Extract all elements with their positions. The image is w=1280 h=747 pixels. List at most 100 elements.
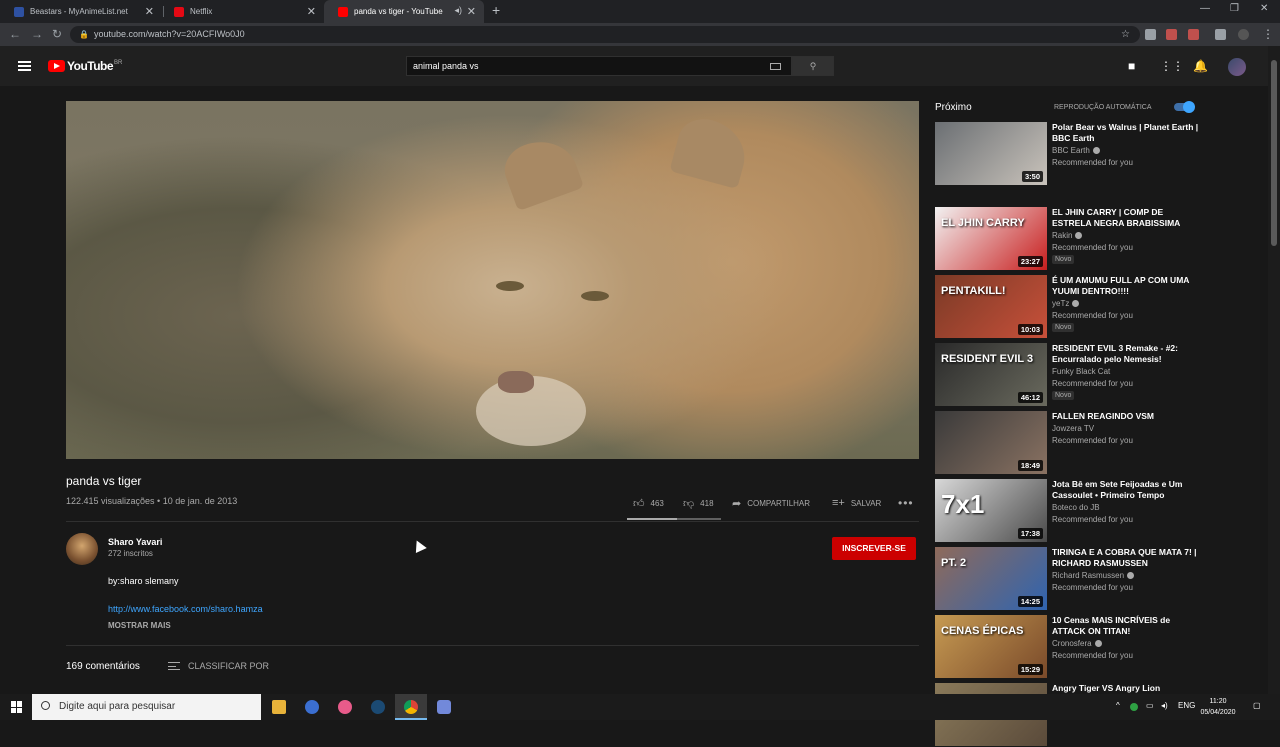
scrollbar-thumb[interactable] xyxy=(1271,60,1277,246)
account-avatar[interactable] xyxy=(1228,58,1246,76)
video-thumbnail[interactable]: 3:50 xyxy=(935,122,1047,185)
recommended-video[interactable]: CENAS ÉPICAS 15:29 10 Cenas MAIS INCRÍVEIS… xyxy=(935,615,1265,679)
recommended-video-title[interactable]: É UM AMUMU FULL AP COM UMA YUUMI DENTRO!… xyxy=(1052,275,1202,297)
share-button[interactable]: ➦ COMPARTILHAR xyxy=(732,497,810,510)
recommended-channel-name[interactable]: BBC Earth xyxy=(1052,146,1100,155)
sort-label: CLASSIFICAR POR xyxy=(188,661,270,671)
notifications-icon[interactable]: ▢ xyxy=(1253,701,1261,710)
volume-icon[interactable]: ◂) xyxy=(1161,701,1168,710)
taskbar-steam[interactable] xyxy=(362,694,394,720)
network-icon[interactable]: ▭ xyxy=(1146,701,1154,710)
extension-icon[interactable] xyxy=(1145,29,1156,40)
profile-avatar[interactable] xyxy=(1238,29,1249,40)
video-player[interactable] xyxy=(66,101,919,459)
channel-avatar[interactable] xyxy=(66,533,98,565)
video-title: panda vs tiger xyxy=(66,474,142,488)
recommended-video[interactable]: PENTAKILL! 10:03 É UM AMUMU FULL AP COM UM… xyxy=(935,275,1265,339)
like-count: 463 xyxy=(650,499,664,508)
audio-playing-icon[interactable]: ◂) xyxy=(454,5,462,16)
like-button[interactable]: 👍︎ 463 xyxy=(633,497,664,510)
tray-chevron-icon[interactable]: ^ xyxy=(1116,701,1120,710)
recommended-video-title[interactable]: 10 Cenas MAIS INCRÍVEIS de ATTACK ON TIT… xyxy=(1052,615,1202,637)
recommended-video-title[interactable]: EL JHIN CARRY | COMP DE ESTRELA NEGRA BR… xyxy=(1052,207,1202,229)
new-tab-button[interactable]: + xyxy=(492,2,500,18)
recommended-channel-name[interactable]: Rakin xyxy=(1052,231,1083,240)
video-thumbnail[interactable]: 18:49 xyxy=(935,411,1047,474)
browser-tab-youtube[interactable]: panda vs tiger - YouTube ◂) ✕ xyxy=(324,0,484,23)
recommended-channel-name[interactable]: Cronosfera xyxy=(1052,639,1102,648)
recommended-channel-name[interactable]: Jowzera TV xyxy=(1052,424,1094,433)
recommended-video-title[interactable]: Jota Bê em Sete Feijoadas e Um Cassoulet… xyxy=(1052,479,1202,501)
subscribe-button[interactable]: INSCREVER-SE xyxy=(832,537,916,560)
sort-comments-button[interactable]: CLASSIFICAR POR xyxy=(168,661,269,671)
apps-grid-icon[interactable]: ⋮⋮ xyxy=(1160,59,1184,73)
recommended-video-title[interactable]: Polar Bear vs Walrus | Planet Earth | BB… xyxy=(1052,122,1202,144)
description-link[interactable]: http://www.facebook.com/sharo.hamza xyxy=(108,604,263,614)
video-thumbnail[interactable]: 7x1 17:38 xyxy=(935,479,1047,542)
taskbar-discord[interactable] xyxy=(428,694,460,720)
show-more-button[interactable]: MOSTRAR MAIS xyxy=(108,621,171,630)
recommended-video[interactable]: PT. 2 14:25 TIRINGA E A COBRA QUE MATA 7! … xyxy=(935,547,1265,611)
recommended-video-title[interactable]: RESIDENT EVIL 3 Remake - #2: Encurralado… xyxy=(1052,343,1202,365)
recommended-video[interactable]: 18:49 FALLEN REAGINDO VSM Jowzera TV Recomm… xyxy=(935,411,1265,475)
recommended-video[interactable]: 3:50 Polar Bear vs Walrus | Planet Earth … xyxy=(935,122,1265,186)
recommended-video[interactable]: EL JHIN CARRY 23:27 EL JHIN CARRY | COMP D… xyxy=(935,207,1265,271)
video-thumbnail[interactable]: CENAS ÉPICAS 15:29 xyxy=(935,615,1047,678)
video-thumbnail[interactable]: RESIDENT EVIL 3 46:12 xyxy=(935,343,1047,406)
forward-button[interactable]: → xyxy=(31,27,43,41)
back-button[interactable]: ← xyxy=(9,27,21,41)
taskbar-app[interactable] xyxy=(296,694,328,720)
minimize-window-button[interactable]: — xyxy=(1200,3,1210,14)
search-input[interactable]: animal panda vs xyxy=(406,56,792,76)
autoplay-toggle[interactable] xyxy=(1174,101,1195,113)
windows-start-icon[interactable] xyxy=(11,701,23,713)
keyboard-icon[interactable] xyxy=(770,63,781,70)
youtube-logo[interactable]: YouTube BR xyxy=(48,59,122,73)
hamburger-menu-icon[interactable] xyxy=(18,61,31,71)
dislike-button[interactable]: 👎︎ 418 xyxy=(683,497,714,510)
close-tab-icon[interactable]: ✕ xyxy=(145,5,154,18)
page-scrollbar[interactable] xyxy=(1268,46,1280,694)
recommended-video[interactable]: RESIDENT EVIL 3 46:12 RESIDENT EVIL 3 Rema… xyxy=(935,343,1265,407)
recommended-channel-name[interactable]: Richard Rasmussen xyxy=(1052,571,1135,580)
address-bar[interactable]: 🔒 youtube.com/watch?v=20ACFIWo0J0 ☆ xyxy=(70,26,1140,43)
notifications-bell-icon[interactable]: 🔔 xyxy=(1193,59,1208,73)
bookmark-star-icon[interactable]: ☆ xyxy=(1121,26,1130,43)
reload-button[interactable]: ↻ xyxy=(52,27,62,41)
recommended-video-title[interactable]: Angry Tiger VS Angry Lion xyxy=(1052,683,1202,694)
browser-tab-myanimelist[interactable]: Beastars - MyAnimeList.net ✕ xyxy=(0,0,162,23)
extension-icon[interactable] xyxy=(1166,29,1177,40)
video-thumbnail[interactable]: PENTAKILL! 10:03 xyxy=(935,275,1047,338)
close-tab-icon[interactable]: ✕ xyxy=(307,5,316,18)
language-indicator[interactable]: ENG xyxy=(1178,701,1195,710)
more-actions-icon[interactable]: ••• xyxy=(898,496,914,510)
restore-window-button[interactable]: ❐ xyxy=(1230,3,1239,14)
taskbar-app[interactable] xyxy=(329,694,361,720)
close-tab-icon[interactable]: ✕ xyxy=(467,5,476,18)
taskbar-chrome[interactable] xyxy=(395,694,427,720)
extension-icon[interactable] xyxy=(1188,29,1199,40)
system-clock[interactable]: 11:20 05/04/2020 xyxy=(1196,696,1240,718)
close-window-button[interactable]: ✕ xyxy=(1260,3,1268,14)
save-button[interactable]: ≡+ SALVAR xyxy=(832,497,881,509)
recommendation-reason: Recommended for you xyxy=(1052,583,1133,592)
browser-menu-icon[interactable]: ⋮ xyxy=(1262,27,1274,41)
recommended-channel-name[interactable]: Funky Black Cat xyxy=(1052,367,1110,376)
recommended-channel-name[interactable]: yeTz xyxy=(1052,299,1080,308)
taskbar-search-input[interactable]: Digite aqui para pesquisar xyxy=(32,694,261,720)
search-button[interactable]: ⚲ xyxy=(792,56,834,76)
recommended-video-title[interactable]: FALLEN REAGINDO VSM xyxy=(1052,411,1202,422)
taskbar-file-explorer[interactable] xyxy=(263,694,295,720)
comments-count: 169 comentários xyxy=(66,661,140,672)
media-controls-icon[interactable] xyxy=(1215,29,1226,40)
recommended-video[interactable]: 7x1 17:38 Jota Bê em Sete Feijoadas e Um C… xyxy=(935,479,1265,543)
create-video-icon[interactable]: ■ xyxy=(1128,59,1135,73)
browser-tab-netflix[interactable]: Netflix ✕ xyxy=(160,0,324,23)
tray-app-icon[interactable] xyxy=(1130,703,1138,711)
recommended-video-title[interactable]: TIRINGA E A COBRA QUE MATA 7! | RICHARD … xyxy=(1052,547,1202,569)
recommended-channel-name[interactable]: Boteco do JB xyxy=(1052,503,1100,512)
channel-subscribers: 272 inscritos xyxy=(108,549,153,558)
video-thumbnail[interactable]: EL JHIN CARRY 23:27 xyxy=(935,207,1047,270)
video-thumbnail[interactable]: PT. 2 14:25 xyxy=(935,547,1047,610)
channel-name[interactable]: Sharo Yavari xyxy=(108,537,162,547)
